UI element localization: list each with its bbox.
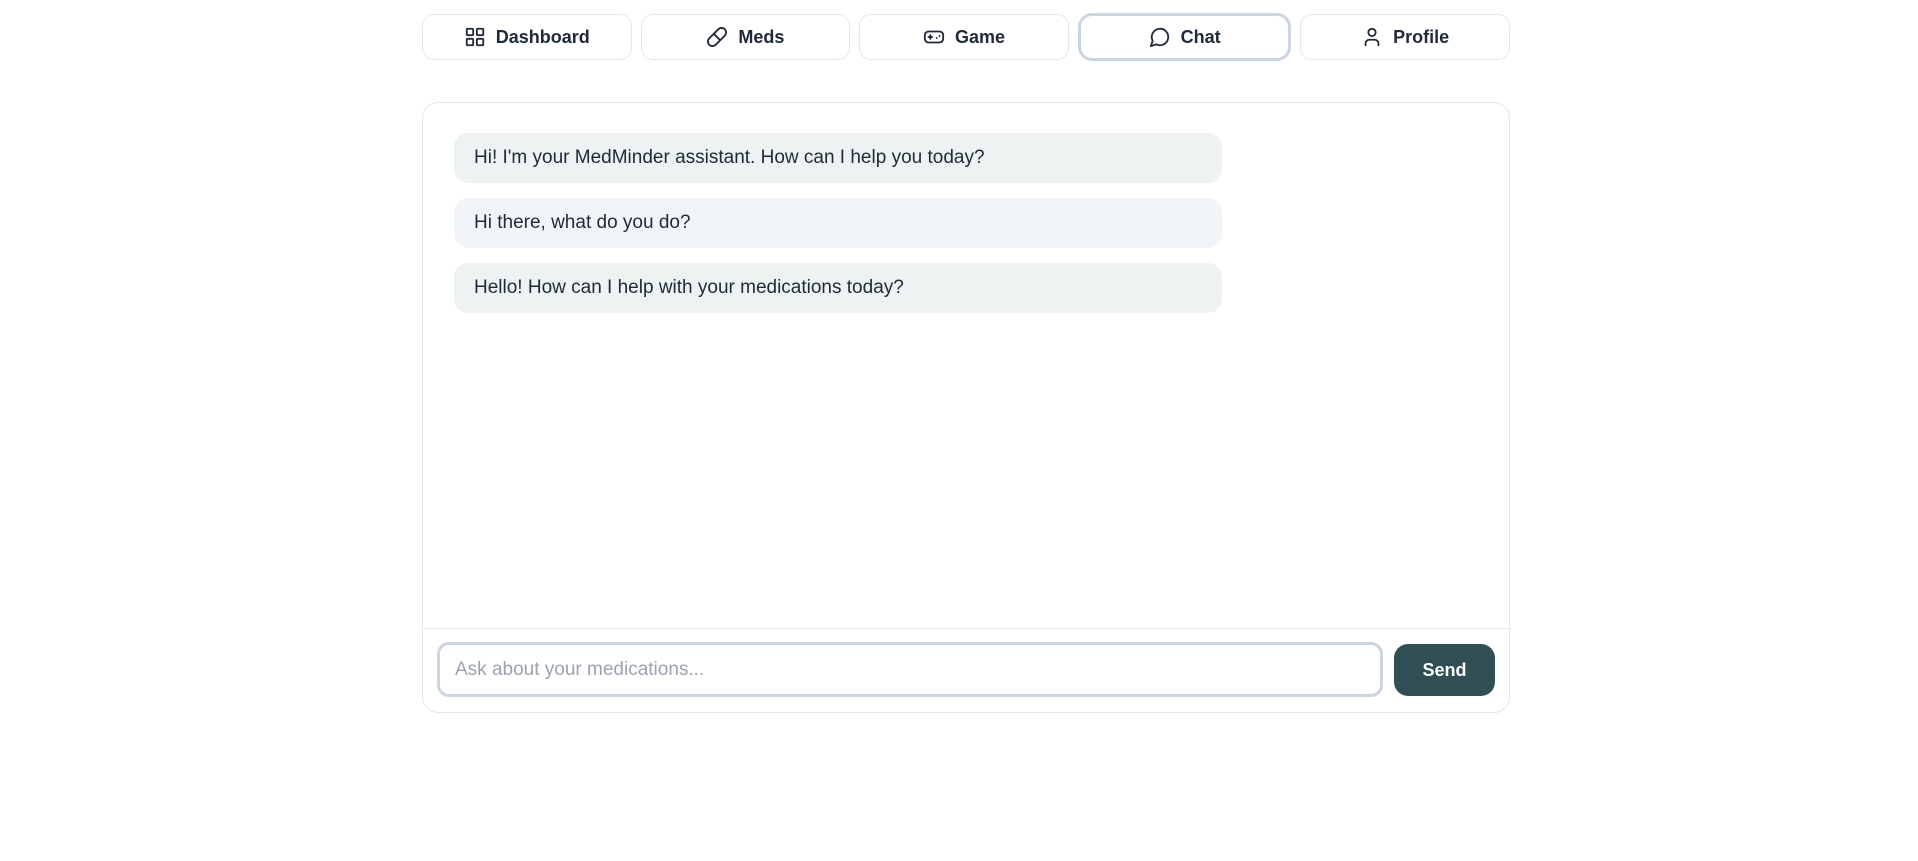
gamepad-icon — [923, 26, 945, 48]
tab-meds-label: Meds — [738, 26, 785, 47]
tab-dashboard[interactable]: Dashboard — [422, 14, 632, 60]
tab-meds[interactable]: Meds — [640, 14, 851, 60]
chat-composer: Send — [423, 628, 1509, 712]
tab-profile-label: Profile — [1393, 26, 1450, 47]
tab-game-label: Game — [954, 26, 1005, 47]
chat-panel: Hi! I'm your MedMinder assistant. How ca… — [422, 102, 1510, 713]
chat-bubble-icon — [1149, 26, 1171, 48]
send-button[interactable]: Send — [1394, 644, 1495, 696]
tab-chat[interactable]: Chat — [1077, 13, 1292, 61]
assistant-message: Hello! How can I help with your medicati… — [454, 263, 1222, 313]
grid-icon — [464, 26, 486, 48]
main-nav: Dashboard Meds Game Chat Profile — [422, 13, 1510, 61]
chat-input[interactable] — [437, 642, 1383, 697]
tab-game[interactable]: Game — [859, 14, 1069, 60]
user-icon — [1361, 26, 1383, 48]
message-list: Hi! I'm your MedMinder assistant. How ca… — [454, 133, 1222, 328]
user-message: Hi there, what do you do? — [454, 198, 1222, 248]
tab-profile[interactable]: Profile — [1300, 14, 1510, 60]
pill-icon — [706, 26, 728, 48]
tab-dashboard-label: Dashboard — [495, 26, 590, 47]
assistant-message: Hi! I'm your MedMinder assistant. How ca… — [454, 133, 1222, 183]
tab-chat-label: Chat — [1180, 26, 1221, 47]
